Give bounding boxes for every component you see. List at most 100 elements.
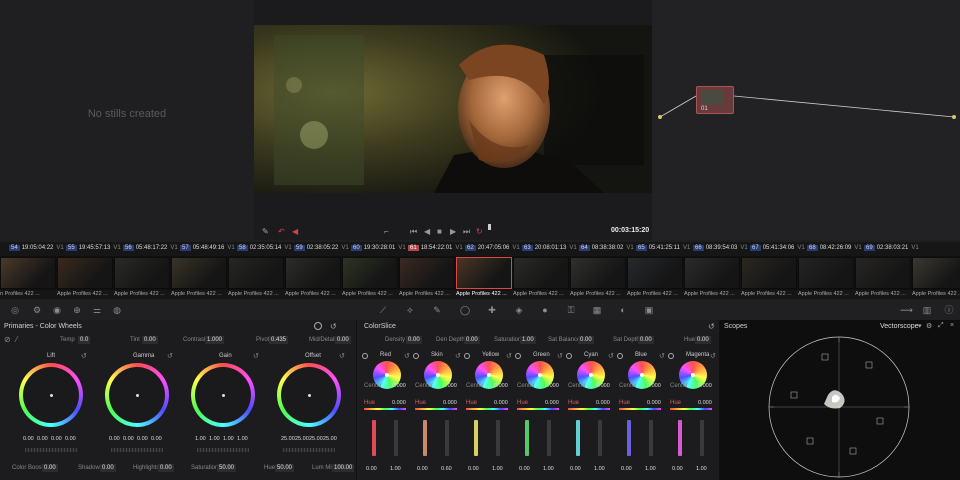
wipe-icon[interactable]: ⌐: [384, 227, 389, 236]
stop-icon[interactable]: ■: [437, 227, 442, 236]
clip-thumbnail[interactable]: [798, 257, 854, 289]
slice-high-bar[interactable]: [700, 420, 704, 456]
wheel-value[interactable]: 1.00: [223, 436, 234, 442]
wheel-value[interactable]: 0.00: [65, 436, 76, 442]
master-wheel[interactable]: [25, 448, 77, 452]
slice-high-bar[interactable]: [598, 420, 602, 456]
slice-low-bar[interactable]: [576, 420, 580, 456]
slice-high-bar[interactable]: [445, 420, 449, 456]
slice-toggle-icon[interactable]: [515, 353, 521, 359]
slice-hue-field[interactable]: 0.000: [494, 400, 508, 406]
info-icon[interactable]: ⓘ: [944, 305, 954, 315]
pivot-field[interactable]: 0.435: [269, 336, 289, 344]
wheel-reset-icon[interactable]: ↺: [339, 352, 345, 360]
key-icon[interactable]: ⚿: [566, 305, 576, 315]
slice-hue-field[interactable]: 0.000: [392, 400, 406, 406]
curves-icon[interactable]: ⟋: [378, 305, 388, 315]
slice-hue-field[interactable]: 0.000: [698, 400, 712, 406]
wheel-value[interactable]: 0.00: [137, 436, 148, 442]
wheel-value[interactable]: 0.00: [123, 436, 134, 442]
highlights-field[interactable]: 0.00: [158, 464, 174, 472]
slice-reset-icon[interactable]: ↺: [404, 352, 410, 360]
slice-low-bar[interactable]: [423, 420, 427, 456]
clip-thumbnail[interactable]: [456, 257, 512, 289]
audio-icon[interactable]: ◀: [292, 227, 298, 236]
slice-toggle-icon[interactable]: [413, 353, 419, 359]
clip-thumbnail[interactable]: [741, 257, 797, 289]
magic-mask-icon[interactable]: ◈: [514, 305, 524, 315]
slice-center-field[interactable]: 0.000: [596, 383, 610, 389]
cs-hue-field[interactable]: 0.00: [695, 336, 711, 344]
wheel-value[interactable]: 25.00: [323, 436, 337, 442]
den-depth-field[interactable]: 0.00: [464, 336, 480, 344]
wheel-value[interactable]: 1.00: [209, 436, 220, 442]
clip-thumbnail[interactable]: [0, 257, 56, 289]
wheel-value[interactable]: 0.00: [23, 436, 34, 442]
auto-color-icon[interactable]: ⁄: [16, 335, 17, 344]
shadows-field[interactable]: 0.00: [100, 464, 116, 472]
clip-thumbnail[interactable]: [855, 257, 911, 289]
slice-high-bar[interactable]: [547, 420, 551, 456]
slice-toggle-icon[interactable]: [362, 353, 368, 359]
loop-icon[interactable]: ↻: [476, 227, 483, 236]
skip-forward-icon[interactable]: ⏭: [463, 227, 470, 237]
scope-mode-select[interactable]: Vectorscope: [880, 323, 919, 330]
corrector-node[interactable]: 01: [696, 86, 734, 114]
slice-high-bar[interactable]: [649, 420, 653, 456]
wheel-value[interactable]: 0.00: [51, 436, 62, 442]
slice-low-bar[interactable]: [525, 420, 529, 456]
wheel-value[interactable]: 25.00: [281, 436, 295, 442]
clip-thumbnail[interactable]: [57, 257, 113, 289]
slice-toggle-icon[interactable]: [617, 353, 623, 359]
hdr-icon[interactable]: ⊕: [72, 305, 82, 315]
temp-field[interactable]: 0.0: [78, 336, 91, 344]
chevron-down-icon[interactable]: ▾: [918, 322, 922, 330]
slice-hue-field[interactable]: 0.000: [545, 400, 559, 406]
slice-reset-icon[interactable]: ↺: [710, 352, 716, 360]
wheel-value[interactable]: 0.00: [151, 436, 162, 442]
sizing-icon[interactable]: ▦: [592, 305, 602, 315]
clip-thumbnail[interactable]: [342, 257, 398, 289]
wheel-value[interactable]: 25.00: [309, 436, 323, 442]
slice-reset-icon[interactable]: ↺: [608, 352, 614, 360]
sat-balance-field[interactable]: 0.00: [578, 336, 594, 344]
color-wheels-icon[interactable]: ◉: [52, 305, 62, 315]
color-wheel[interactable]: [105, 363, 169, 427]
cs-saturation-field[interactable]: 1.00: [520, 336, 536, 344]
playhead[interactable]: [488, 224, 491, 230]
sat-depth-field[interactable]: 0.00: [638, 336, 654, 344]
wheel-value[interactable]: 0.00: [37, 436, 48, 442]
tint-field[interactable]: 0.00: [142, 336, 158, 344]
slice-reset-icon[interactable]: ↺: [455, 352, 461, 360]
reverse-icon[interactable]: ◀: [424, 227, 430, 236]
color-wheel[interactable]: [191, 363, 255, 427]
wheel-reset-icon[interactable]: ↺: [81, 352, 87, 360]
motion-effects-icon[interactable]: ◍: [112, 305, 122, 315]
master-wheel[interactable]: [111, 448, 163, 452]
slice-hue-field[interactable]: 0.000: [647, 400, 661, 406]
slice-high-bar[interactable]: [496, 420, 500, 456]
clip-thumbnail[interactable]: [285, 257, 341, 289]
color-wheel[interactable]: [277, 363, 341, 427]
clip-thumbnail[interactable]: [570, 257, 626, 289]
blur-icon[interactable]: ●: [540, 305, 550, 315]
3d-icon[interactable]: ◐: [618, 305, 628, 315]
slice-hue-field[interactable]: 0.000: [443, 400, 457, 406]
slice-reset-icon[interactable]: ↺: [659, 352, 665, 360]
wheel-reset-icon[interactable]: ↺: [167, 352, 173, 360]
clip-thumbnail[interactable]: [627, 257, 683, 289]
viewer-frame[interactable]: [254, 25, 652, 193]
color-boost-field[interactable]: 0.00: [42, 464, 58, 472]
wheel-value[interactable]: 1.00: [195, 436, 206, 442]
colorslice-reset-icon[interactable]: ↺: [708, 322, 715, 331]
slice-center-field[interactable]: 0.000: [494, 383, 508, 389]
wheel-reset-icon[interactable]: ↺: [253, 352, 259, 360]
clip-thumbnail[interactable]: [171, 257, 227, 289]
clip-thumbnail[interactable]: [912, 257, 960, 289]
skip-back-icon[interactable]: ⏮: [410, 227, 417, 237]
slice-center-field[interactable]: 0.000: [443, 383, 457, 389]
slice-low-bar[interactable]: [474, 420, 478, 456]
play-icon[interactable]: ▶: [450, 227, 456, 236]
mid-detail-field[interactable]: 0.00: [335, 336, 351, 344]
wheel-value[interactable]: 1.00: [237, 436, 248, 442]
